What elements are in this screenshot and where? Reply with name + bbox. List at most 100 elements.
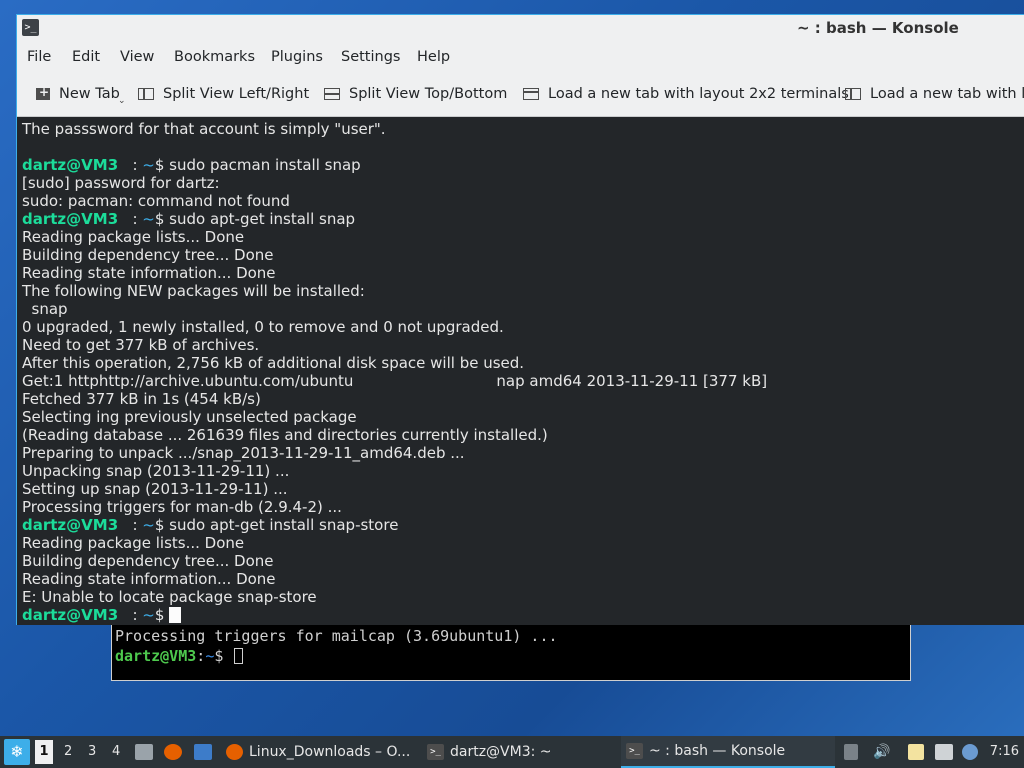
menu-bar: File Edit View Bookmarks Plugins Setting…: [17, 42, 1024, 74]
new-tab-button[interactable]: New Tab ⌄: [36, 85, 126, 106]
split-top-bottom-button[interactable]: Split View Top/Bottom: [324, 86, 507, 102]
prompt-user: dartz@VM3: [22, 156, 119, 174]
menu-settings[interactable]: Settings: [341, 49, 400, 65]
prompt-dollar: $: [154, 210, 170, 228]
bg-prompt-sep: :: [196, 647, 206, 665]
prompt-path: ~: [142, 156, 155, 174]
prompt-sep: :: [118, 516, 143, 534]
menu-file[interactable]: File: [27, 49, 51, 65]
terminal-line: Unpacking snap (2013-11-29-11) ...: [22, 462, 290, 480]
terminal-prompt-line: dartz@VM3 : ~$ sudo apt-get install snap…: [22, 516, 398, 534]
terminal-output[interactable]: The passsword for that account is simply…: [17, 117, 1024, 625]
prompt-user: dartz@VM3: [22, 606, 119, 624]
task-konsole[interactable]: >_ ~ : bash — Konsole: [621, 736, 835, 768]
command: sudo apt-get install snap: [169, 210, 356, 228]
layout-button-cut[interactable]: Load a new tab with lay: [845, 86, 1024, 102]
terminal-line: Fetched 377 kB in 1s (454 kB/s): [22, 390, 261, 408]
terminal-line: Need to get 377 kB of archives.: [22, 336, 260, 354]
terminal-line: E: Unable to locate package snap-store: [22, 588, 317, 606]
terminal-cursor: [169, 607, 182, 623]
terminal-icon: >_: [626, 743, 643, 759]
split-horizontal-icon: [138, 88, 154, 100]
show-desktop-icon[interactable]: [194, 744, 212, 760]
toolbar: New Tab ⌄ Split View Left/Right Split Vi…: [17, 74, 1024, 117]
menu-edit[interactable]: Edit: [72, 49, 100, 65]
application-menu-icon[interactable]: ❄: [4, 739, 30, 765]
background-terminal-window[interactable]: Processing triggers for mailcap (3.69ubu…: [111, 620, 911, 681]
bg-prompt-dollar: $: [214, 647, 233, 665]
terminal-line: snap: [22, 300, 68, 318]
workspace-2[interactable]: 2: [64, 744, 72, 759]
split-lr-label: Split View Left/Right: [163, 86, 310, 102]
new-tab-label: New Tab: [59, 86, 120, 102]
window-title: ~ : bash — Konsole: [797, 19, 959, 37]
menu-help[interactable]: Help: [417, 49, 450, 65]
konsole-window[interactable]: >_ ~ : bash — Konsole File Edit View Boo…: [16, 14, 1024, 625]
file-manager-icon[interactable]: [135, 744, 153, 760]
prompt-user: dartz@VM3: [22, 210, 119, 228]
bg-terminal-cursor: [234, 648, 244, 664]
prompt-sep: :: [118, 156, 143, 174]
task-label: Linux_Downloads – O...: [249, 744, 411, 760]
terminal-prompt-line: dartz@VM3 : ~$ sudo apt-get install snap: [22, 210, 355, 228]
prompt-dollar: $: [154, 606, 170, 624]
menu-plugins[interactable]: Plugins: [271, 49, 323, 65]
terminal-line: 0 upgraded, 1 newly installed, 0 to remo…: [22, 318, 504, 336]
volume-icon[interactable]: 🔊: [873, 744, 890, 760]
task-label: dartz@VM3: ~: [450, 744, 552, 760]
terminal-prompt-line: dartz@VM3 : ~$ sudo pacman install snap: [22, 156, 361, 174]
terminal-line: Building dependency tree... Done: [22, 246, 274, 264]
split-left-right-button[interactable]: Split View Left/Right: [138, 86, 309, 102]
firefox-icon[interactable]: [164, 744, 182, 760]
terminal-line: Selecting ing previously unselected pack…: [22, 408, 357, 426]
network-icon[interactable]: [935, 744, 953, 760]
terminal-prompt-line: dartz@VM3 : ~$: [22, 606, 182, 624]
terminal-line: (Reading database ... 261639 files and d…: [22, 426, 548, 444]
title-bar[interactable]: >_ ~ : bash — Konsole: [17, 14, 1024, 42]
prompt-path: ~: [142, 606, 155, 624]
layout-2x2-button[interactable]: Load a new tab with layout 2x2 terminals: [523, 86, 849, 102]
layout-icon: [523, 88, 539, 100]
task-terminal[interactable]: >_ dartz@VM3: ~: [427, 736, 552, 768]
workspace-4[interactable]: 4: [112, 744, 120, 759]
terminal-line: [sudo] password for dartz:: [22, 174, 220, 192]
prompt-path: ~: [142, 516, 155, 534]
prompt-sep: :: [118, 606, 143, 624]
menu-bookmarks[interactable]: Bookmarks: [174, 49, 255, 65]
terminal-line: Reading package lists... Done: [22, 534, 245, 552]
split-vertical-icon: [324, 88, 340, 100]
firefox-icon: [226, 744, 243, 760]
task-label: ~ : bash — Konsole: [649, 743, 786, 759]
terminal-line: Reading package lists... Done: [22, 228, 245, 246]
terminal-line: Setting up snap (2013-11-29-11) ...: [22, 480, 288, 498]
terminal-line: Reading state information... Done: [22, 570, 276, 588]
clipboard-icon[interactable]: [908, 744, 924, 760]
updates-icon[interactable]: [962, 744, 978, 760]
workspace-3[interactable]: 3: [88, 744, 96, 759]
prompt-sep: :: [118, 210, 143, 228]
chevron-down-icon[interactable]: ⌄: [118, 96, 126, 106]
bg-terminal-line: Processing triggers for mailcap (3.69ubu…: [115, 627, 558, 645]
terminal-line: Reading state information... Done: [22, 264, 276, 282]
terminal-app-icon[interactable]: >_: [22, 19, 39, 36]
bg-prompt-user: dartz@VM3: [115, 647, 197, 665]
terminal-line: sudo: pacman: command not found: [22, 192, 290, 210]
layout-icon: [845, 88, 861, 100]
prompt-path: ~: [142, 210, 155, 228]
terminal-line: The following NEW packages will be insta…: [22, 282, 365, 300]
clock[interactable]: 7:16: [990, 744, 1019, 759]
prompt-dollar: $: [154, 516, 170, 534]
terminal-line: Building dependency tree... Done: [22, 552, 274, 570]
terminal-icon: >_: [427, 744, 444, 760]
workspace-1[interactable]: 1: [35, 740, 53, 764]
taskbar: ❄ 1 2 3 4 Linux_Downloads – O... >_ dart…: [0, 736, 1024, 768]
terminal-line: Preparing to unpack .../snap_2013-11-29-…: [22, 444, 465, 462]
menu-view[interactable]: View: [120, 49, 154, 65]
new-tab-icon: [36, 85, 50, 100]
notifications-icon[interactable]: [844, 744, 858, 760]
terminal-line: Get:1 httphttp://archive.ubuntu.com/ubun…: [22, 372, 768, 390]
terminal-line: After this operation, 2,756 kB of additi…: [22, 354, 525, 372]
bg-prompt-path: ~: [205, 647, 215, 665]
split-tb-label: Split View Top/Bottom: [349, 86, 508, 102]
task-firefox[interactable]: Linux_Downloads – O...: [226, 736, 410, 768]
